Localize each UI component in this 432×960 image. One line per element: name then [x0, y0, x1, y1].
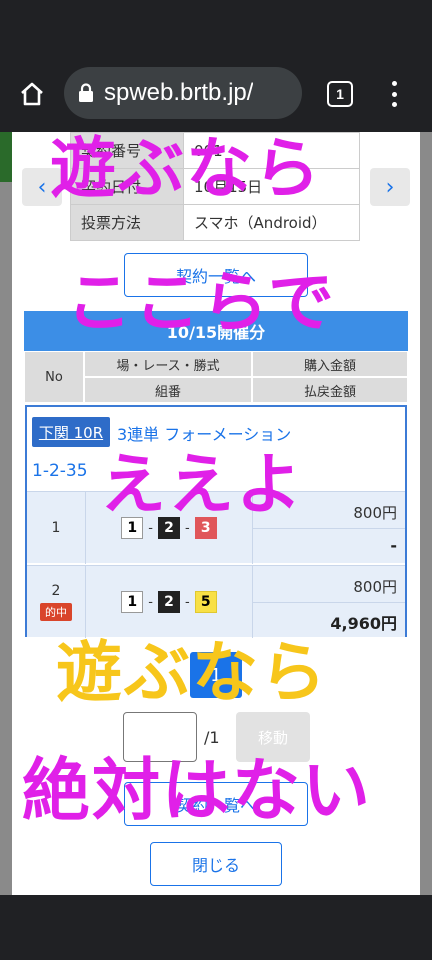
venue-race-link[interactable]: 下関 10R — [32, 417, 110, 447]
move-button[interactable]: 移動 — [236, 712, 310, 762]
boat-chip: 1 — [121, 517, 144, 539]
boat-combination: 1 - 2 - 5 — [85, 566, 253, 638]
tab-switcher-button[interactable]: 1 — [327, 81, 353, 107]
amount-cell: 800円 4,960円 — [253, 566, 405, 638]
browser-toolbar: spweb.brtb.jp/ 1 — [0, 54, 432, 132]
more-vert-icon[interactable] — [382, 78, 406, 110]
purchase-amount: 800円 — [353, 504, 397, 522]
backdrop-strip — [0, 132, 12, 182]
row-number-cell: 2 的中 — [27, 566, 85, 638]
close-button[interactable]: 閉じる — [150, 842, 282, 886]
amount-divider — [253, 602, 405, 603]
results-date-header: 10/15開催分 — [24, 311, 408, 351]
col-purchase: 購入金額 — [252, 351, 408, 377]
boat-chip: 2 — [158, 591, 180, 613]
boat-chip: 2 — [158, 517, 180, 539]
table-row: 2 的中 1 - 2 - 5 800円 4,960円 — [27, 565, 405, 638]
race-result-box: 下関 10R 3連単 フォーメーション 1-2-35 1 1 - 2 - 3 8… — [25, 405, 407, 638]
system-nav-bar — [0, 895, 432, 960]
url-text: spweb.brtb.jp/ — [104, 79, 254, 106]
row-number: 2 — [51, 583, 61, 599]
info-label: 契約日付 — [70, 168, 184, 205]
contract-list-button[interactable]: 契約一覧へ — [124, 253, 308, 297]
amount-cell: 800円 - — [253, 492, 405, 564]
contract-info-table: 契約番号 001 契約日付 10月15日 投票方法 スマホ（Android） — [70, 132, 360, 241]
refund-amount: 4,960円 — [330, 614, 397, 633]
combo-dash: - — [185, 594, 190, 610]
contract-list-button-bottom[interactable]: 契約一覧へ — [124, 782, 308, 826]
next-arrow-button[interactable]: › — [370, 168, 410, 206]
info-row: 投票方法 スマホ（Android） — [70, 204, 360, 241]
combo-dash: - — [148, 594, 153, 610]
purchase-amount: 800円 — [353, 578, 397, 596]
col-refund: 払戻金額 — [252, 377, 408, 403]
page-number-input[interactable] — [123, 712, 197, 762]
col-combo: 組番 — [84, 377, 252, 403]
col-no: No — [24, 351, 84, 403]
col-race: 場・レース・勝式 — [84, 351, 252, 377]
boat-chip: 1 — [121, 591, 144, 613]
home-icon[interactable] — [14, 76, 50, 112]
current-page-button[interactable]: 1 — [190, 652, 242, 698]
refund-amount: - — [390, 536, 397, 555]
hit-badge: 的中 — [40, 603, 72, 621]
formation-code: 1-2-35 — [32, 461, 88, 481]
results-grid-header: No 場・レース・勝式 組番 購入金額 払戻金額 — [24, 351, 408, 403]
info-value: スマホ（Android） — [183, 204, 360, 241]
info-label: 投票方法 — [70, 204, 184, 241]
combo-dash: - — [185, 520, 190, 536]
info-row: 契約日付 10月15日 — [70, 168, 360, 205]
lock-icon — [78, 83, 94, 103]
page-total: /1 — [204, 728, 220, 747]
row-number: 1 — [51, 520, 61, 536]
info-label: 契約番号 — [70, 132, 184, 169]
info-row: 契約番号 001 — [70, 132, 360, 169]
boat-combination: 1 - 2 - 3 — [85, 492, 253, 564]
table-row: 1 1 - 2 - 3 800円 - — [27, 491, 405, 564]
row-number-cell: 1 — [27, 492, 85, 564]
address-bar[interactable]: spweb.brtb.jp/ — [64, 67, 302, 119]
race-summary: 下関 10R 3連単 フォーメーション 1-2-35 — [27, 407, 405, 491]
status-bar — [0, 0, 432, 54]
info-value: 10月15日 — [183, 168, 360, 205]
prev-arrow-button[interactable]: ‹ — [22, 168, 62, 206]
boat-chip: 5 — [194, 591, 217, 613]
combo-dash: - — [148, 520, 153, 536]
boat-chip: 3 — [194, 517, 217, 539]
amount-divider — [253, 528, 405, 529]
bet-type-label: 3連単 フォーメーション — [117, 425, 292, 444]
info-value: 001 — [183, 132, 360, 169]
